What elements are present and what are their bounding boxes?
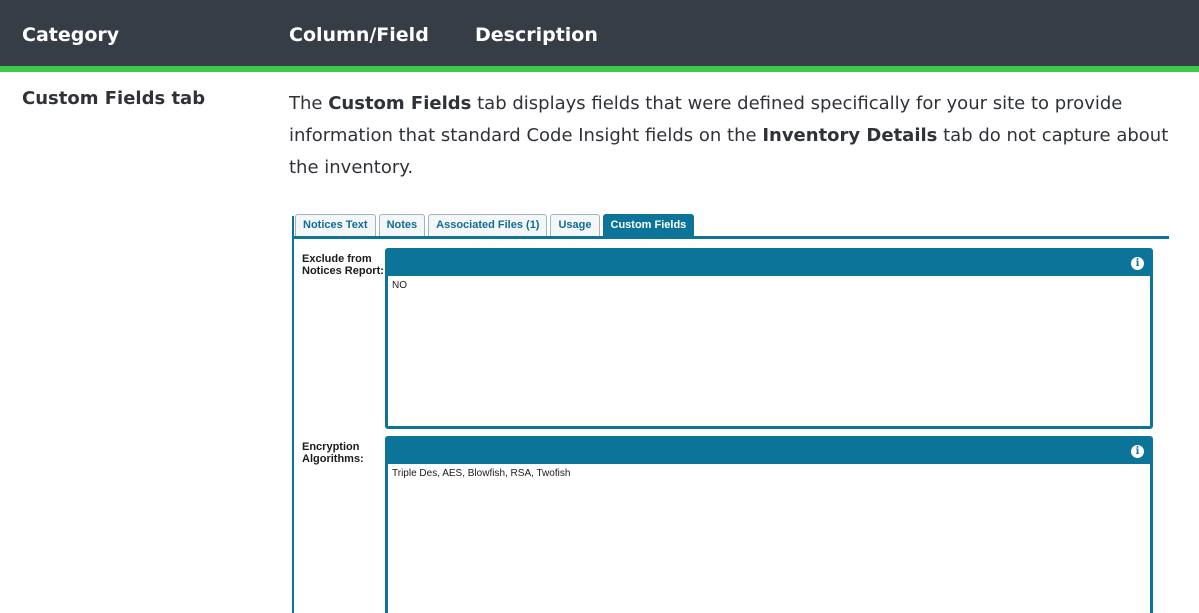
tab-custom-fields[interactable]: Custom Fields: [602, 214, 695, 236]
tab-associated-files[interactable]: Associated Files (1): [428, 214, 548, 236]
header-column-field: Column/Field: [289, 24, 429, 46]
custom-fields-screenshot: Notices Text Notes Associated Files (1) …: [289, 212, 1169, 613]
desc-text-1: The: [289, 93, 329, 114]
tab-underline: [294, 236, 1169, 239]
field-label-line: Encryption: [302, 441, 360, 453]
row-description: The Custom Fields tab displays fields th…: [289, 88, 1184, 184]
field-label-line: Exclude from: [302, 253, 372, 265]
field-value[interactable]: Triple Des, AES, Blowfish, RSA, Twofish: [388, 464, 1150, 483]
field-header-bar: i: [388, 439, 1150, 464]
table-header: Category Column/Field Description: [0, 0, 1199, 72]
field-header-bar: i: [388, 251, 1150, 276]
field-label-line: Notices Report:: [302, 265, 384, 277]
tab-usage[interactable]: Usage: [550, 214, 600, 236]
field-encryption-algorithms[interactable]: i Triple Des, AES, Blowfish, RSA, Twofis…: [385, 436, 1153, 613]
field-exclude-notices[interactable]: i NO: [385, 248, 1153, 429]
tab-notes[interactable]: Notes: [378, 214, 426, 236]
screenshot-tab-bar: Notices Text Notes Associated Files (1) …: [295, 214, 695, 236]
field-label-encryption-algorithms: Encryption Algorithms:: [302, 441, 364, 465]
field-value[interactable]: NO: [388, 276, 1150, 295]
info-icon[interactable]: i: [1131, 445, 1144, 458]
row-category: Custom Fields tab: [22, 88, 206, 109]
info-icon[interactable]: i: [1131, 257, 1144, 270]
desc-bold-1: Custom Fields: [328, 93, 472, 114]
field-label-exclude-notices: Exclude from Notices Report:: [302, 253, 384, 277]
tab-notices-text[interactable]: Notices Text: [295, 214, 376, 236]
field-label-line: Algorithms:: [302, 453, 364, 465]
header-description: Description: [475, 24, 598, 46]
header-category: Category: [22, 24, 120, 46]
screenshot-left-border: [292, 216, 294, 613]
desc-bold-2: Inventory Details: [762, 125, 938, 146]
